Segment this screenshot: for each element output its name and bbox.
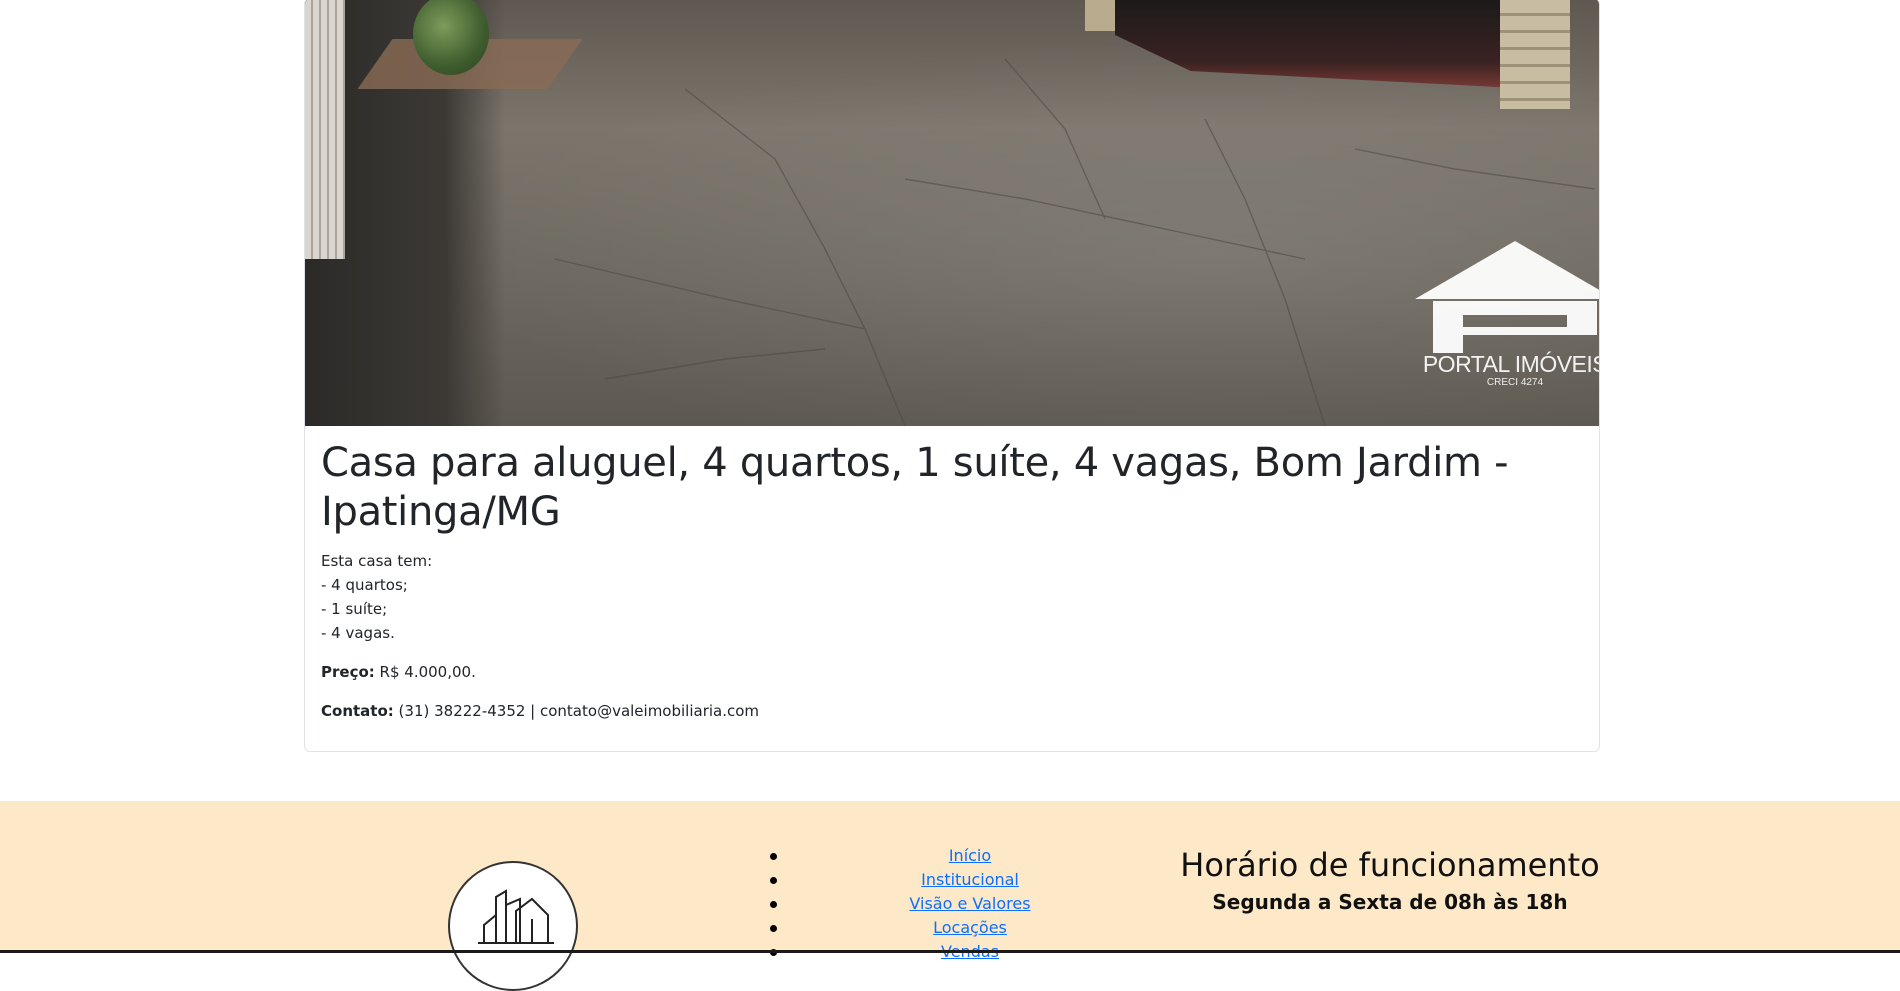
footer-nav-item: Institucional [770,868,1170,892]
footer-nav-item: Visão e Valores [770,892,1170,916]
description-line: - 4 quartos; [321,576,408,594]
bullet-icon [770,925,777,932]
price-label: Preço: [321,663,375,681]
contact-label: Contato: [321,702,394,720]
footer-nav-item: Início [770,844,1170,868]
description-line: - 1 suíte; [321,600,388,618]
business-hours: Horário de funcionamento Segunda a Sexta… [1150,845,1630,917]
bullet-icon [770,901,777,908]
listing-card: PORTAL IMÓVEIS CRECI 4274 Casa para alug… [304,0,1600,752]
footer-nav: Início Institucional Visão e Valores Loc… [770,844,1170,964]
hours-title: Horário de funcionamento [1180,846,1600,884]
site-footer: Início Institucional Visão e Valores Loc… [0,801,1900,991]
hours-text: Segunda a Sexta de 08h às 18h [1212,890,1568,914]
price-value: R$ 4.000,00. [379,663,476,681]
footer-link-visao-valores[interactable]: Visão e Valores [909,894,1030,913]
footer-nav-item: Locações [770,916,1170,940]
buildings-logo-icon [478,889,554,944]
footer-link-inicio[interactable]: Início [949,846,991,865]
bullet-icon [770,877,777,884]
description-line: Esta casa tem: [321,552,433,570]
listing-photo[interactable]: PORTAL IMÓVEIS CRECI 4274 [305,0,1600,426]
bullet-icon [770,853,777,860]
listing-title: Casa para aluguel, 4 quartos, 1 suíte, 4… [321,440,1509,535]
footer-link-locacoes[interactable]: Locações [933,918,1007,937]
listing-contact: Contato: (31) 38222-4352 | contato@valei… [321,699,1581,723]
listing-price: Preço: R$ 4.000,00. [321,660,1581,684]
footer-link-institucional[interactable]: Institucional [921,870,1019,889]
portal-imoveis-watermark: PORTAL IMÓVEIS CRECI 4274 [1405,239,1600,389]
watermark-name: PORTAL IMÓVEIS [1422,351,1600,377]
watermark-registration: CRECI 4274 [1486,377,1544,388]
contact-value: (31) 38222-4352 | contato@valeimobiliari… [398,702,760,720]
description-line: - 4 vagas. [321,624,395,642]
listing-description: Esta casa tem: - 4 quartos; - 1 suíte; -… [321,549,1581,645]
listing-body: Casa para aluguel, 4 quartos, 1 suíte, 4… [321,439,1581,723]
company-logo[interactable] [448,861,578,991]
